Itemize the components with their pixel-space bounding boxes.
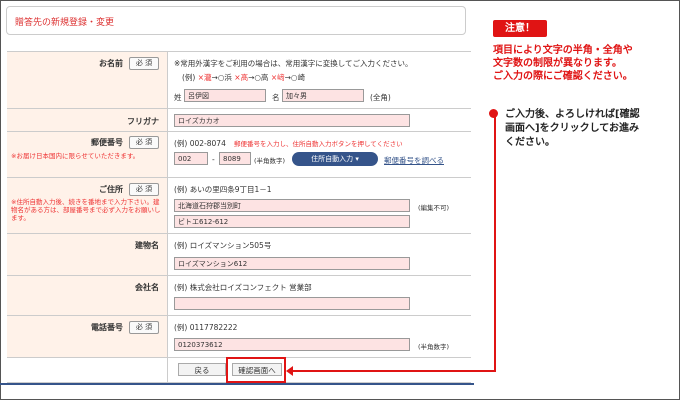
address-label: ご住所 (99, 185, 123, 194)
callout-dot-icon (489, 109, 498, 118)
building-example: (例) ロイズマンション505号 (174, 241, 272, 250)
postal-input-2[interactable]: 8089 (219, 152, 251, 165)
row-kana: フリガナ ロイズカカオ (7, 108, 471, 132)
name-note: ※常用外漢字をご利用の場合は、常用漢字に変換してご入力ください。 (174, 59, 413, 68)
postal-lookup-link[interactable]: 郵便番号を調べる (384, 155, 444, 166)
required-badge: 必 須 (129, 183, 159, 196)
example3-bad: ×﨑 (270, 73, 285, 82)
kana-label: フリガナ (127, 117, 159, 126)
label-cell: 郵便番号 必 須 ※お届け日本国内に限らせていただきます。 (7, 132, 168, 178)
company-input[interactable] (174, 297, 410, 310)
label-cell: ご住所 必 須 ※住所自動入力後、続きを番地まで入力下さい。建物名がある方は、部… (7, 178, 168, 234)
postal-suffix: (半角数字) (254, 157, 286, 165)
company-example: (例) 株式会社ロイズコンフェクト 営業部 (174, 283, 312, 292)
caution-badge: 注意！ (493, 20, 547, 37)
row-phone: 電話番号 必 須 (例) 0117782222 0120373612 (半角数字… (7, 315, 471, 358)
row-name: お名前 必 須 ※常用外漢字をご利用の場合は、常用漢字に変換してご入力ください。… (7, 51, 471, 109)
label-cell (7, 358, 168, 382)
name-example: (例) ×瀧→○浜 ×髙→○高 ×﨑→○崎 (182, 72, 305, 83)
back-button[interactable]: 戻る (178, 363, 226, 376)
company-label: 会社名 (135, 283, 159, 292)
last-name-label: 姓 (174, 93, 182, 102)
label-cell: 建物名 (7, 234, 168, 276)
example2-bad: ×髙 (234, 73, 249, 82)
registration-form: お名前 必 須 ※常用外漢字をご利用の場合は、常用漢字に変換してご入力ください。… (7, 51, 471, 383)
footer-rule (0, 383, 474, 385)
phone-label: 電話番号 (91, 323, 123, 332)
instruction-line: ください。 (505, 137, 555, 148)
instruction-line: 画面へ]をクリックしてお進み (505, 123, 639, 134)
callout-arrow-horizontal (289, 370, 496, 372)
label-cell: 電話番号 必 須 (7, 316, 168, 358)
caution-line: 項目により文字の半角・全角や (493, 45, 633, 56)
required-badge: 必 須 (129, 136, 159, 149)
building-label: 建物名 (135, 241, 159, 250)
label-cell: お名前 必 須 (7, 52, 168, 109)
field-cell: (例) ロイズマンション505号 ロイズマンション612 (172, 234, 471, 276)
building-input[interactable]: ロイズマンション612 (174, 257, 410, 270)
name-label: お名前 (99, 59, 123, 68)
phone-example: (例) 0117782222 (174, 323, 238, 332)
kana-input[interactable]: ロイズカカオ (174, 114, 410, 127)
page-title: 贈答先の新規登録・変更 (15, 18, 115, 28)
first-name-label: 名 (272, 93, 280, 102)
row-postal: 郵便番号 必 須 ※お届け日本国内に限らせていただきます。 (例) 002-80… (7, 131, 471, 178)
field-cell: (例) 株式会社ロイズコンフェクト 営業部 (172, 276, 471, 316)
address-line1-suffix: (編集不可) (418, 204, 450, 212)
postal-note: ※お届け日本国内に限らせていただきます。 (11, 152, 140, 160)
postal-input-1[interactable]: 002 (174, 152, 208, 165)
field-cell: (例) あいの里四条9丁目1－1 北海道石狩郡当別町 (編集不可) ビトエ612… (172, 178, 471, 234)
caution-text: 項目により文字の半角・全角や 文字数の制限が異なります。 ご入力の際にご確認くだ… (493, 44, 673, 83)
caution-line: 文字数の制限が異なります。 (493, 58, 622, 69)
postal-example: (例) 002-8074 (174, 139, 226, 148)
postal-dash: - (212, 155, 215, 164)
address-auto-fill-button[interactable]: 住所自動入力 ▾ (292, 152, 378, 166)
name-suffix: (全角) (370, 93, 391, 102)
row-address: ご住所 必 須 ※住所自動入力後、続きを番地まで入力下さい。建物名がある方は、部… (7, 177, 471, 234)
postal-label: 郵便番号 (91, 138, 123, 147)
label-cell: 会社名 (7, 276, 168, 316)
row-company: 会社名 (例) 株式会社ロイズコンフェクト 営業部 (7, 275, 471, 316)
required-badge: 必 須 (129, 57, 159, 70)
phone-input[interactable]: 0120373612 (174, 338, 410, 351)
example2-good: →○高 (248, 73, 269, 82)
example1-good: →○浜 (211, 73, 232, 82)
required-badge: 必 須 (129, 321, 159, 334)
callout-arrow-vertical (494, 112, 496, 372)
instruction-text: ご入力後、よろしければ[確認 画面へ]をクリックしてお進み ください。 (505, 108, 675, 150)
example3-good: →○崎 (284, 73, 305, 82)
example-prefix: (例) (182, 73, 196, 82)
row-building: 建物名 (例) ロイズマンション505号 ロイズマンション612 (7, 233, 471, 276)
address-line2-input[interactable]: ビトエ612-612 (174, 215, 410, 228)
postal-hint: 郵便番号を入力し、住所自動入力ボタンを押してください (234, 140, 403, 148)
arrow-head-icon (286, 366, 293, 376)
phone-suffix: (半角数字) (418, 343, 450, 351)
example1-bad: ×瀧 (197, 73, 212, 82)
address-note: ※住所自動入力後、続きを番地まで入力下さい。建物名がある方は、部屋番号まで必ず入… (11, 198, 161, 222)
field-cell: ※常用外漢字をご利用の場合は、常用漢字に変換してご入力ください。 (例) ×瀧→… (172, 52, 471, 109)
label-cell: フリガナ (7, 109, 168, 132)
confirm-highlight-box (226, 357, 286, 383)
caution-line: ご入力の際にご確認ください。 (493, 71, 633, 82)
first-name-input[interactable]: 加々男 (282, 89, 364, 102)
instruction-line: ご入力後、よろしければ[確認 (505, 109, 640, 120)
address-line1-input: 北海道石狩郡当別町 (174, 199, 410, 212)
field-cell: (例) 002-8074 郵便番号を入力し、住所自動入力ボタンを押してください … (172, 132, 471, 178)
field-cell: (例) 0117782222 0120373612 (半角数字) (172, 316, 471, 358)
last-name-input[interactable]: 呂伊図 (184, 89, 266, 102)
title-box: 贈答先の新規登録・変更 (6, 6, 466, 35)
address-example: (例) あいの里四条9丁目1－1 (174, 185, 272, 194)
field-cell: ロイズカカオ (172, 109, 471, 132)
